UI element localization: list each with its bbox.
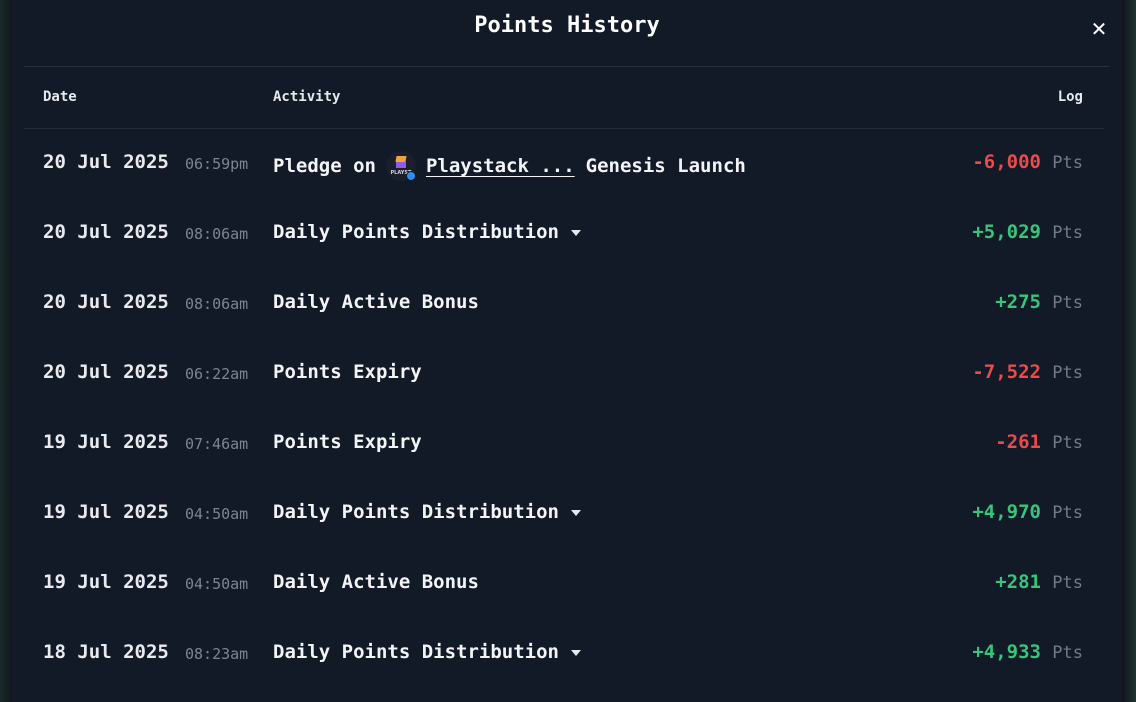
logo-cube-bottom	[395, 162, 406, 168]
header-divider	[24, 66, 1109, 67]
row-activity: Pledge on PLAYST Playstack ... Genesis L…	[273, 151, 746, 181]
row-unit: Pts	[1052, 293, 1083, 313]
column-header-date: Date	[43, 89, 77, 105]
project-logo[interactable]: PLAYST	[385, 151, 416, 181]
row-time: 08:06am	[185, 295, 249, 313]
project-link[interactable]: Playstack ...	[426, 155, 575, 177]
chevron-down-icon[interactable]	[570, 650, 581, 656]
row-unit: Pts	[1052, 363, 1083, 383]
row-amount: +5,029	[972, 221, 1041, 243]
row-time: 04:50am	[185, 505, 249, 523]
row-activity[interactable]: Daily Points Distribution	[273, 221, 581, 243]
activity-label: Daily Points Distribution	[273, 501, 559, 523]
row-unit: Pts	[1052, 223, 1083, 243]
row-amount: +281	[995, 571, 1041, 593]
activity-label: Daily Active Bonus	[273, 571, 479, 593]
row-activity: Daily Active Bonus	[273, 291, 479, 313]
row-amount: -6,000	[972, 151, 1041, 173]
row-unit: Pts	[1052, 643, 1083, 663]
row-activity: Points Expiry	[273, 431, 422, 453]
close-icon[interactable]: ✕	[1086, 16, 1112, 42]
activity-prefix: Pledge on	[273, 155, 376, 177]
history-row: 20 Jul 2025 08:06am Daily Points Distrib…	[12, 199, 1122, 269]
activity-label: Daily Points Distribution	[273, 221, 559, 243]
row-unit: Pts	[1052, 433, 1083, 453]
history-row: 19 Jul 2025 04:50am Daily Active Bonus +…	[12, 549, 1122, 619]
row-time: 04:50am	[185, 575, 249, 593]
points-history-modal: Points History ✕ Date Activity Log 20 Ju…	[12, 0, 1122, 702]
history-row: 20 Jul 2025 06:22am Points Expiry -7,522…	[12, 339, 1122, 409]
row-date: 20 Jul 2025	[43, 221, 169, 243]
activity-label: Daily Active Bonus	[273, 291, 479, 313]
history-row: 19 Jul 2025 07:46am Points Expiry -261 P…	[12, 409, 1122, 479]
activity-suffix: Genesis Launch	[585, 155, 746, 177]
activity-label: Points Expiry	[273, 431, 422, 453]
verified-badge-icon	[405, 171, 416, 181]
history-row: 19 Jul 2025 04:50am Daily Points Distrib…	[12, 479, 1122, 549]
row-date: 20 Jul 2025	[43, 151, 169, 173]
row-date: 20 Jul 2025	[43, 291, 169, 313]
row-activity: Points Expiry	[273, 361, 422, 383]
chevron-down-icon[interactable]	[570, 510, 581, 516]
row-unit: Pts	[1052, 573, 1083, 593]
row-date: 18 Jul 2025	[43, 641, 169, 663]
row-time: 06:22am	[185, 365, 249, 383]
row-activity: Daily Active Bonus	[273, 571, 479, 593]
column-header-log: Log	[1057, 89, 1083, 105]
activity-label: Points Expiry	[273, 361, 422, 383]
row-date: 20 Jul 2025	[43, 361, 169, 383]
row-amount: -7,522	[972, 361, 1041, 383]
row-amount: +4,970	[972, 501, 1041, 523]
row-amount: +275	[995, 291, 1041, 313]
row-time: 08:23am	[185, 645, 249, 663]
activity-label: Daily Points Distribution	[273, 641, 559, 663]
row-activity[interactable]: Daily Points Distribution	[273, 501, 581, 523]
row-unit: Pts	[1052, 153, 1083, 173]
row-time: 06:59pm	[185, 155, 249, 173]
history-row: 20 Jul 2025 06:59pm Pledge on PLAYST Pla…	[12, 129, 1122, 199]
modal-header: Points History ✕	[12, 0, 1122, 66]
row-activity[interactable]: Daily Points Distribution	[273, 641, 581, 663]
row-date: 19 Jul 2025	[43, 571, 169, 593]
row-time: 08:06am	[185, 225, 249, 243]
row-unit: Pts	[1052, 503, 1083, 523]
history-row: 20 Jul 2025 08:06am Daily Active Bonus +…	[12, 269, 1122, 339]
row-date: 19 Jul 2025	[43, 431, 169, 453]
row-amount: +4,933	[972, 641, 1041, 663]
row-amount: -261	[995, 431, 1041, 453]
column-header-activity: Activity	[273, 89, 341, 105]
modal-title: Points History	[474, 13, 660, 38]
row-time: 07:46am	[185, 435, 249, 453]
chevron-down-icon[interactable]	[570, 230, 581, 236]
history-row: 18 Jul 2025 08:23am Daily Points Distrib…	[12, 619, 1122, 689]
row-date: 19 Jul 2025	[43, 501, 169, 523]
